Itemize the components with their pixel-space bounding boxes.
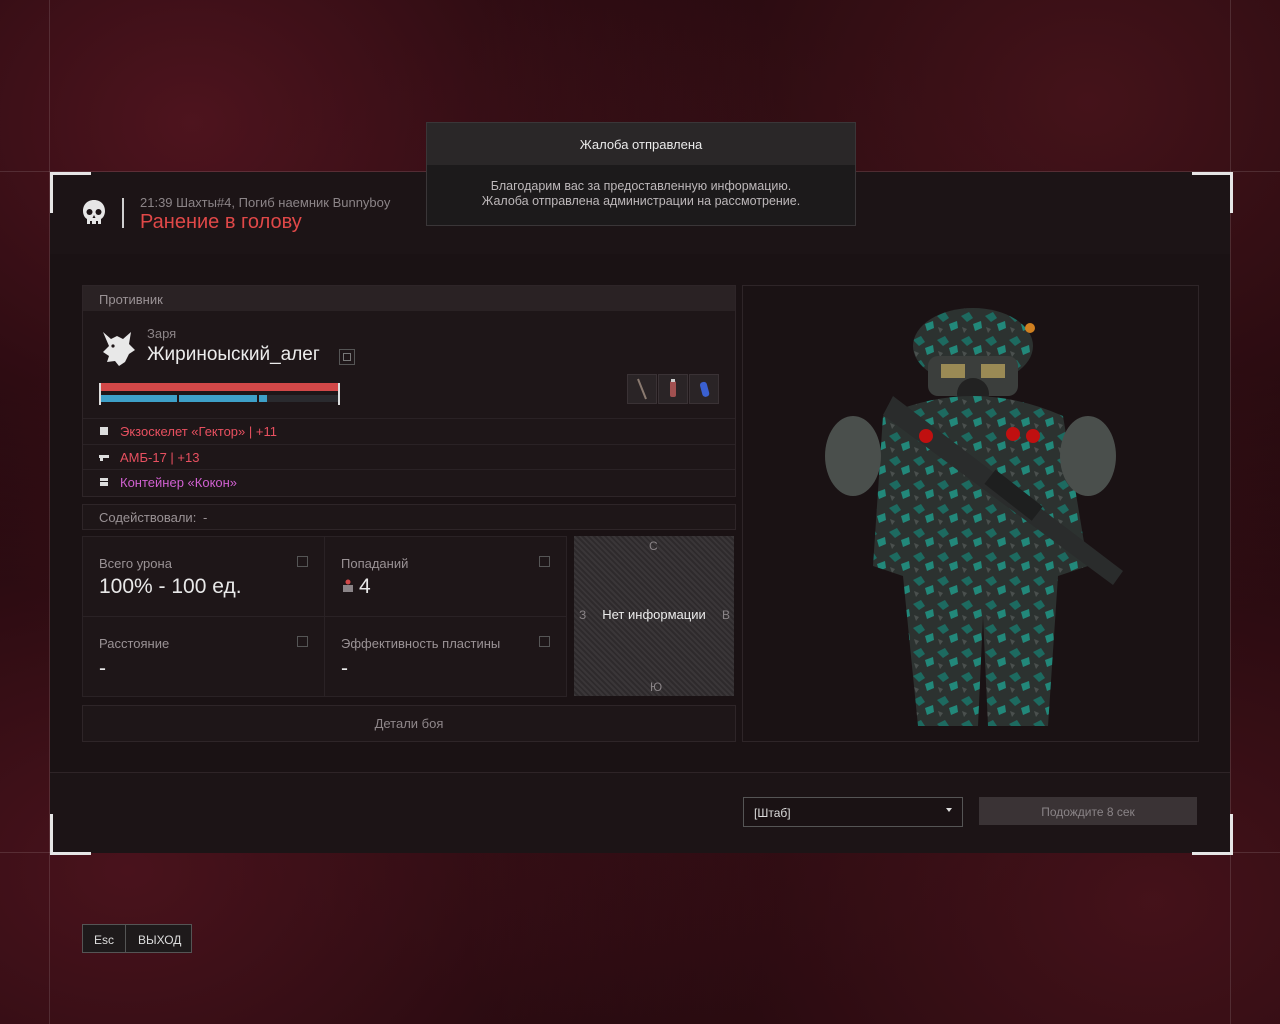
exit-button[interactable]: Esc ВЫХОД (82, 924, 192, 953)
bar-tick (338, 383, 340, 405)
item-slot-stimulant[interactable] (658, 374, 688, 404)
skull-icon (83, 200, 105, 224)
wolf-clan-icon (103, 332, 135, 366)
health-bar (99, 383, 339, 391)
stat-value: - (341, 657, 348, 680)
info-icon[interactable] (297, 556, 308, 567)
notification-line: Жалоба отправлена администрации на рассм… (481, 194, 801, 208)
frame-corner (1192, 172, 1233, 213)
stat-plate-efficiency: Эффективность пластины - (324, 616, 567, 697)
copy-icon[interactable] (339, 349, 355, 365)
death-meta: 21:39 Шахты#4, Погиб наемник Bunnyboy (140, 195, 391, 210)
info-icon[interactable] (297, 636, 308, 647)
rifle-icon (99, 455, 109, 461)
bg-line-right (1230, 0, 1231, 1024)
notification-title: Жалоба отправлена (579, 137, 703, 152)
stat-total-damage: Всего урона 100% - 100 ед. (82, 536, 325, 617)
stimulant-icon (670, 379, 676, 397)
bar-tick (99, 383, 101, 405)
armor-icon (100, 427, 108, 435)
stat-value: 100% - 100 ед. (99, 575, 242, 598)
enemy-clan: Заря (147, 326, 177, 341)
stat-label: Всего урона (99, 556, 172, 571)
assist-label: Содействовали: (99, 510, 197, 525)
stat-value: 4 (359, 575, 371, 598)
equipment-container: Контейнер «Кокон» (120, 475, 238, 490)
stat-value: - (99, 657, 106, 680)
compass-north: С (649, 539, 658, 553)
stat-hits: Попаданий 4 (324, 536, 567, 617)
battle-details-label: Детали боя (374, 716, 444, 731)
frame-corner (50, 814, 91, 855)
enemy-section-header: Противник (83, 286, 735, 311)
respawn-wait-button[interactable]: Подождите 8 сек (979, 797, 1197, 825)
equipment-row: Контейнер «Кокон» (83, 469, 735, 495)
spawn-point-select[interactable]: [Штаб] (743, 797, 963, 827)
enemy-nickname: Жириноыский_алег (147, 344, 320, 365)
stat-label: Расстояние (99, 636, 170, 651)
container-icon (100, 478, 108, 486)
report-sent-notification: Жалоба отправлена Благодарим вас за пред… (426, 122, 856, 226)
body-hit-icon (343, 579, 353, 592)
notification-header: Жалоба отправлена (427, 123, 855, 165)
frame-corner (1192, 814, 1233, 855)
equipment-armor: Экзоскелет «Гектор» | +11 (120, 424, 277, 439)
exit-label: ВЫХОД (138, 933, 182, 947)
notification-body: Благодарим вас за предоставленную информ… (427, 179, 855, 209)
chevron-down-icon (946, 808, 952, 812)
esc-key-hint: Esc (83, 925, 126, 952)
knife-icon (637, 378, 647, 400)
equipment-row: Экзоскелет «Гектор» | +11 (83, 418, 735, 444)
enemy-card: Противник Заря Жириноыский_алег Экзоскел… (82, 285, 736, 497)
battle-details-button[interactable]: Детали боя (82, 705, 736, 742)
grenade-icon (699, 381, 710, 397)
esc-key-label: Esc (93, 933, 114, 947)
item-slot-grenade[interactable] (689, 374, 719, 404)
armor-bar-segment (257, 395, 259, 402)
header-divider (122, 198, 124, 228)
info-icon[interactable] (539, 636, 550, 647)
compass-south: Ю (650, 680, 663, 694)
enemy-section-label: Противник (99, 292, 163, 307)
respawn-wait-label: Подождите 8 сек (1041, 805, 1135, 819)
kill-minimap: С Ю З В Нет информации (574, 536, 734, 696)
soldier-model-image (825, 308, 1123, 726)
assist-row: Содействовали: - (82, 504, 736, 530)
armor-bar (99, 395, 339, 402)
stat-label: Попаданий (341, 556, 409, 571)
enemy-character-view (742, 285, 1199, 742)
spawn-point-value: [Штаб] (754, 806, 791, 820)
minimap-no-info: Нет информации (602, 607, 706, 622)
stat-distance: Расстояние - (82, 616, 325, 697)
equipment-row: АМБ-17 | +13 (83, 444, 735, 470)
death-cause: Ранение в голову (140, 211, 302, 233)
armor-bar-segment (177, 395, 179, 402)
notification-line: Благодарим вас за предоставленную информ… (490, 179, 792, 193)
armor-bar-fill (99, 395, 267, 402)
info-icon[interactable] (539, 556, 550, 567)
stat-label: Эффективность пластины (341, 636, 501, 651)
item-slot-knife[interactable] (627, 374, 657, 404)
assist-value: - (203, 510, 208, 525)
equipment-weapon: АМБ-17 | +13 (120, 450, 200, 465)
